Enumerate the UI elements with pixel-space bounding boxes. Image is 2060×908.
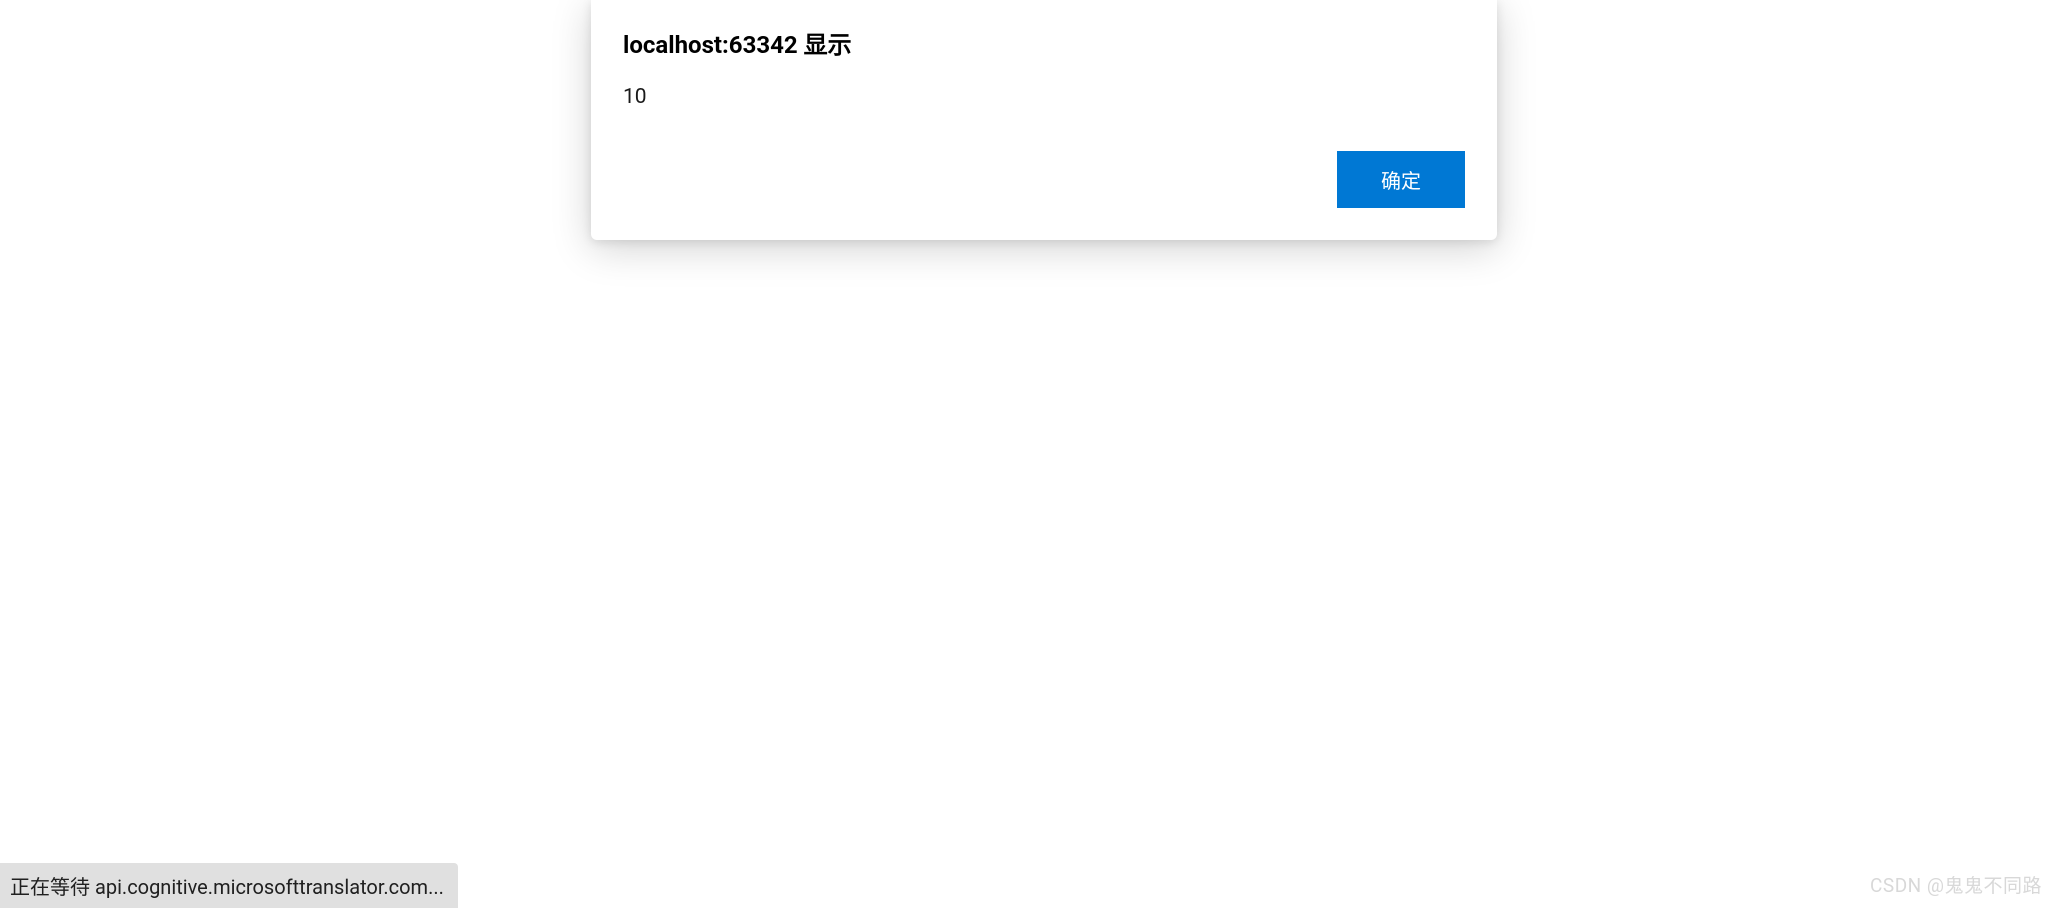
ok-button[interactable]: 确定 [1337,151,1465,208]
watermark: CSDN @鬼鬼不同路 [1870,871,2042,898]
dialog-actions: 确定 [623,151,1465,208]
alert-dialog: localhost:63342 显示 10 确定 [591,0,1497,240]
dialog-message: 10 [623,83,1465,112]
dialog-title: localhost:63342 显示 [623,30,1465,61]
status-bar: 正在等待 api.cognitive.microsofttranslator.c… [0,863,458,908]
